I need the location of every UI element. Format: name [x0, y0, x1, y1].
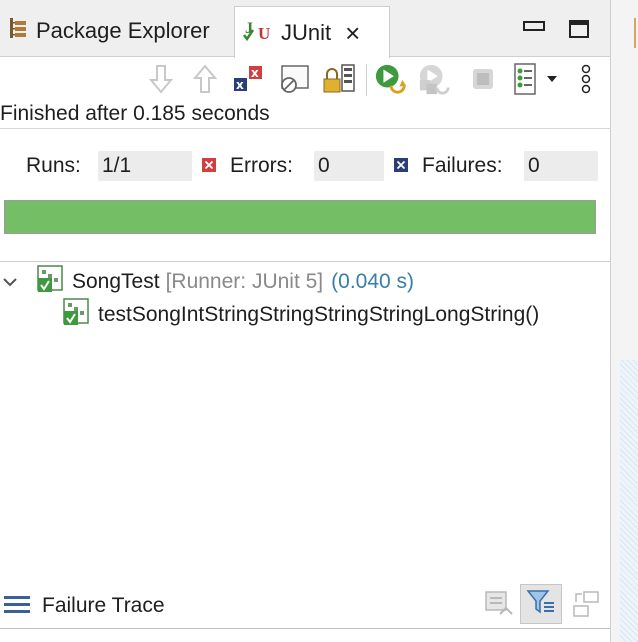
tab-junit[interactable]: J U JUnit ×	[234, 6, 390, 58]
close-icon[interactable]: ×	[345, 20, 360, 46]
filter-stack-trace-button[interactable]	[520, 584, 562, 624]
compare-results-icon[interactable]	[484, 588, 516, 625]
suite-runner: [Runner: JUnit 5]	[165, 270, 324, 293]
test-run-history-icon[interactable]	[508, 62, 542, 96]
svg-text:x: x	[236, 78, 244, 92]
junit-icon: J U	[243, 17, 277, 49]
test-suite-passed-icon	[36, 264, 70, 300]
chevron-down-icon[interactable]	[2, 270, 22, 294]
stop-icon[interactable]	[466, 62, 500, 96]
run-status-message: Finished after 0.185 seconds	[0, 102, 270, 125]
show-skipped-only-icon[interactable]	[278, 62, 312, 96]
view-tab-bar: Package Explorer J U JUnit ×	[0, 0, 610, 58]
tab-label: Package Explorer	[36, 18, 210, 43]
editor-area-edge-marker	[634, 18, 638, 48]
tree-item-test[interactable]: testSongIntStringStringStringStringLongS…	[62, 297, 539, 333]
divider	[0, 628, 610, 629]
svg-text:U: U	[258, 24, 270, 43]
next-failure-icon[interactable]	[144, 62, 178, 96]
previous-failure-icon[interactable]	[188, 62, 222, 96]
error-icon	[202, 158, 216, 172]
show-failures-only-icon[interactable]: x x	[232, 62, 266, 96]
runs-value: 1/1	[98, 151, 192, 181]
package-explorer-icon	[8, 17, 28, 45]
filter-icon	[526, 588, 556, 621]
tab-package-explorer[interactable]: Package Explorer	[0, 6, 232, 56]
failures-label: Failures:	[422, 154, 503, 177]
toolbar-separator	[366, 64, 367, 96]
copy-trace-icon[interactable]	[570, 590, 602, 625]
errors-value: 0	[314, 151, 384, 181]
suite-duration: (0.040 s)	[331, 270, 415, 293]
divider	[0, 261, 610, 262]
tab-label: JUnit	[281, 19, 332, 45]
svg-text:x: x	[251, 66, 259, 80]
scroll-lock-icon[interactable]	[322, 62, 356, 96]
minimize-icon[interactable]	[523, 18, 545, 31]
dropdown-arrow-icon[interactable]	[540, 62, 564, 96]
failure-trace-icon	[4, 594, 30, 621]
test-progress-bar	[4, 200, 596, 234]
maximize-icon[interactable]	[569, 20, 589, 38]
editor-area-edge-pattern	[620, 360, 638, 642]
tree-item-suite[interactable]: SongTest [Runner: JUnit 5] (0.040 s)	[2, 264, 414, 300]
suite-name: SongTest	[72, 270, 160, 293]
rerun-test-icon[interactable]	[374, 62, 408, 96]
failure-icon	[394, 158, 408, 172]
runs-label: Runs:	[26, 154, 81, 177]
divider	[0, 128, 610, 129]
test-passed-icon	[62, 297, 96, 333]
errors-label: Errors:	[230, 154, 293, 177]
rerun-failed-first-icon[interactable]	[418, 62, 452, 96]
view-menu-icon[interactable]	[572, 62, 600, 96]
failure-trace-label: Failure Trace	[42, 594, 165, 617]
test-name: testSongIntStringStringStringStringLongS…	[98, 303, 540, 326]
failures-value: 0	[524, 151, 598, 181]
